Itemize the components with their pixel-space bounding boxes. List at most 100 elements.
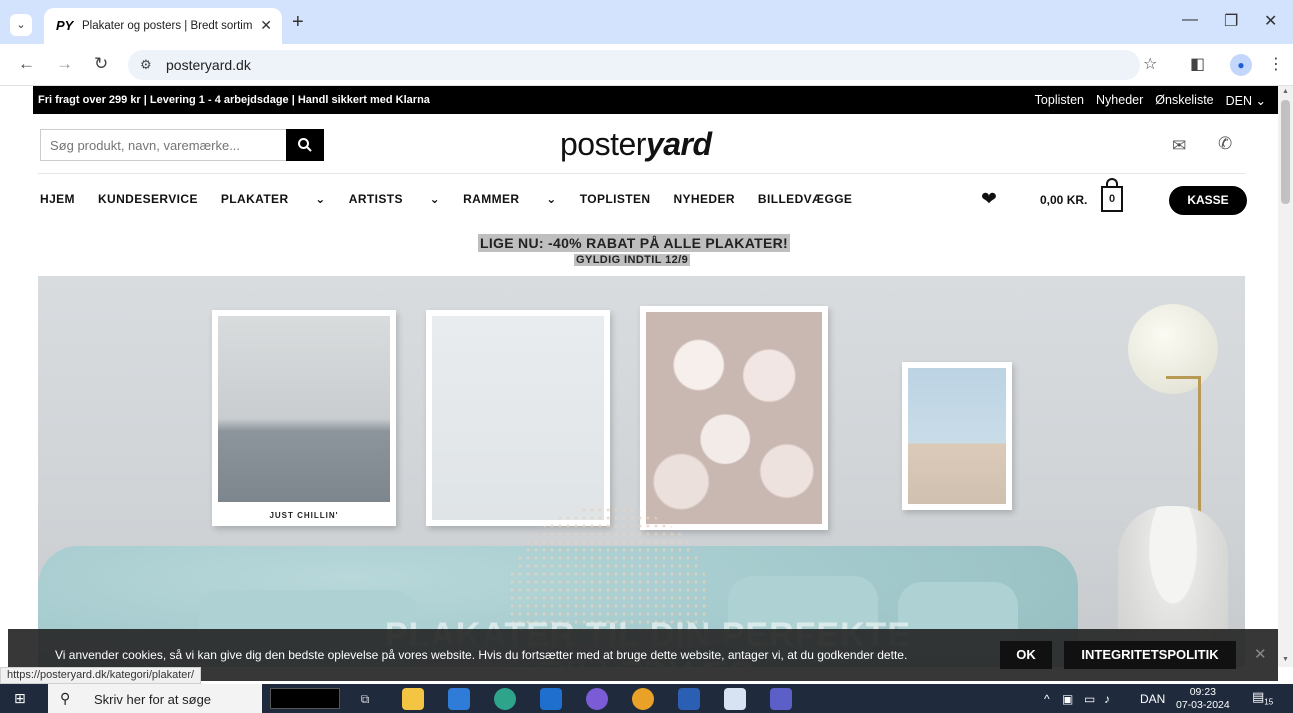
promo-subline: GYLDIG INDTIL 12/9 bbox=[574, 254, 691, 266]
restore-icon[interactable]: ❐ bbox=[1224, 11, 1238, 31]
bookmark-star-icon[interactable]: ☆ bbox=[1143, 54, 1157, 74]
hero-banner[interactable]: JUST CHILLIN' PLAKATER TIL DIN PERFEKTE … bbox=[38, 276, 1245, 667]
poster-caption: JUST CHILLIN' bbox=[269, 511, 339, 520]
file-explorer-icon[interactable] bbox=[402, 688, 424, 710]
poster-image bbox=[646, 312, 822, 524]
scroll-up-icon[interactable]: ▲ bbox=[1282, 88, 1289, 95]
scroll-down-icon[interactable]: ▼ bbox=[1282, 656, 1289, 663]
poster-frame-ferris-wheel bbox=[426, 310, 610, 526]
phone-icon[interactable]: ✆ bbox=[1218, 134, 1232, 154]
privacy-policy-button[interactable]: INTEGRITETSPOLITIK bbox=[1064, 641, 1236, 669]
taskbar-clock[interactable]: 09:23 07-03-2024 bbox=[1176, 686, 1230, 712]
back-icon[interactable]: ← bbox=[18, 54, 35, 74]
app-icon[interactable] bbox=[586, 688, 608, 710]
paint-icon[interactable] bbox=[724, 688, 746, 710]
wishlist-heart-icon[interactable]: ❤ bbox=[981, 188, 997, 211]
notification-icon[interactable]: ▤15 bbox=[1252, 689, 1273, 707]
cookie-text: Vi anvender cookies, så vi kan give dig … bbox=[55, 648, 908, 662]
topbar-link-onskeliste[interactable]: Ønskeliste bbox=[1155, 93, 1213, 108]
promo-headline: LIGE NU: -40% RABAT PÅ ALLE PLAKATER! bbox=[478, 234, 790, 252]
volume-icon[interactable]: ♪ bbox=[1104, 692, 1110, 706]
browser-tab[interactable]: PY Plakater og posters | Bredt sortiment… bbox=[44, 8, 282, 44]
site-logo[interactable]: posteryard bbox=[560, 126, 712, 163]
taskbar-search[interactable]: ⚲ Skriv her for at søge bbox=[48, 684, 262, 713]
taskbar-search-placeholder: Skriv her for at søge bbox=[94, 692, 212, 707]
web-page: Fri fragt over 299 kr | Levering 1 - 4 a… bbox=[0, 86, 1278, 667]
chrome-icon[interactable] bbox=[632, 688, 654, 710]
minimize-icon[interactable]: — bbox=[1182, 11, 1198, 29]
tab-search-button[interactable]: ⌄ bbox=[10, 14, 32, 36]
nav-item-nyheder[interactable]: NYHEDER bbox=[673, 192, 734, 206]
nav-item-rammer[interactable]: RAMMER ⌄ bbox=[463, 192, 557, 206]
poster-frame-woman: JUST CHILLIN' bbox=[212, 310, 396, 526]
page-scrollbar[interactable]: ▲ ▼ bbox=[1278, 86, 1293, 667]
status-url: https://posteryard.dk/kategori/plakater/ bbox=[0, 667, 202, 684]
tab-close-icon[interactable]: ✕ bbox=[260, 17, 272, 34]
tray-chevron-icon[interactable]: ^ bbox=[1044, 692, 1050, 706]
forward-icon[interactable]: → bbox=[56, 54, 73, 74]
search-box bbox=[40, 129, 287, 161]
outlook-icon[interactable] bbox=[540, 688, 562, 710]
nav-item-toplisten[interactable]: TOPLISTEN bbox=[580, 192, 651, 206]
nav-item-hjem[interactable]: HJEM bbox=[40, 192, 75, 206]
checkout-button[interactable]: KASSE bbox=[1169, 186, 1247, 215]
poster-image bbox=[432, 316, 604, 520]
lamp-image bbox=[1166, 376, 1200, 379]
cart-total[interactable]: 0,00 KR. bbox=[1040, 193, 1087, 207]
topbar-link-nyheder[interactable]: Nyheder bbox=[1096, 93, 1143, 108]
edge-icon[interactable] bbox=[494, 688, 516, 710]
poster-frame-roses bbox=[640, 306, 828, 530]
favicon-icon: PY bbox=[56, 18, 74, 33]
language-indicator[interactable]: DAN bbox=[1140, 692, 1165, 706]
app-icon[interactable] bbox=[448, 688, 470, 710]
clock-date: 07-03-2024 bbox=[1176, 699, 1230, 711]
lamp-image bbox=[1128, 304, 1218, 394]
shipping-info: Fri fragt over 299 kr | Levering 1 - 4 a… bbox=[38, 94, 430, 106]
browser-tab-bar: ⌄ PY Plakater og posters | Bredt sortime… bbox=[0, 0, 1293, 44]
teams-icon[interactable] bbox=[770, 688, 792, 710]
new-tab-button[interactable]: + bbox=[292, 11, 304, 34]
notification-count: 15 bbox=[1264, 697, 1274, 707]
cookie-ok-button[interactable]: OK bbox=[1000, 641, 1052, 669]
site-info-icon[interactable]: ⚙ bbox=[140, 57, 152, 73]
reload-icon[interactable]: ↻ bbox=[94, 54, 108, 74]
address-toolbar: ← → ↻ ⚙ posteryard.dk ☆ ◧ ● ⋮ bbox=[0, 44, 1293, 86]
search-input[interactable] bbox=[41, 130, 287, 160]
nav-item-plakater[interactable]: PLAKATER ⌄ bbox=[221, 192, 326, 206]
menu-kebab-icon[interactable]: ⋮ bbox=[1268, 54, 1284, 74]
omnibox[interactable]: ⚙ posteryard.dk bbox=[128, 50, 1140, 80]
word-icon[interactable] bbox=[678, 688, 700, 710]
tray-app-icon[interactable]: ▣ bbox=[1062, 692, 1073, 706]
mail-icon[interactable]: ✉ bbox=[1172, 136, 1186, 156]
chevron-down-icon: ⌄ bbox=[1255, 94, 1266, 108]
nav-item-billedvaegge[interactable]: BILLEDVÆGGE bbox=[758, 192, 852, 206]
topbar-link-toplisten[interactable]: Toplisten bbox=[1035, 93, 1084, 108]
windows-start-icon[interactable]: ⊞ bbox=[14, 690, 26, 707]
topbar-links: Toplisten Nyheder Ønskeliste DEN ⌄ bbox=[1035, 93, 1266, 108]
profile-avatar-icon[interactable]: ● bbox=[1230, 54, 1252, 76]
network-icon[interactable]: ▭ bbox=[1084, 692, 1095, 706]
poster-image bbox=[218, 316, 390, 502]
main-nav: HJEM KUNDESERVICE PLAKATER ⌄ ARTISTS ⌄ R… bbox=[40, 192, 875, 206]
nav-item-artists[interactable]: ARTISTS ⌄ bbox=[349, 192, 440, 206]
search-icon bbox=[298, 138, 312, 152]
clock-time: 09:23 bbox=[1189, 686, 1216, 698]
close-window-icon[interactable]: ✕ bbox=[1264, 11, 1277, 31]
taskbar: ⊞ ⚲ Skriv her for at søge ⧉ ^ ▣ ▭ ♪ DAN … bbox=[0, 684, 1293, 713]
tab-title: Plakater og posters | Bredt sortiment bbox=[82, 20, 252, 32]
info-topbar: Fri fragt over 299 kr | Levering 1 - 4 a… bbox=[33, 86, 1278, 114]
language-select[interactable]: DEN ⌄ bbox=[1226, 93, 1266, 108]
poster-image bbox=[908, 368, 1006, 504]
url-text[interactable]: posteryard.dk bbox=[166, 57, 251, 73]
side-panel-icon[interactable]: ◧ bbox=[1190, 54, 1205, 74]
cookie-close-icon[interactable]: ✕ bbox=[1254, 645, 1267, 663]
search-icon: ⚲ bbox=[60, 690, 71, 706]
poster-frame-architecture bbox=[902, 362, 1012, 510]
search-button[interactable] bbox=[286, 129, 324, 161]
divider bbox=[38, 173, 1245, 174]
task-view-icon[interactable]: ⧉ bbox=[354, 688, 376, 710]
nav-item-kundeservice[interactable]: KUNDESERVICE bbox=[98, 192, 198, 206]
cart-count[interactable]: 0 bbox=[1101, 186, 1123, 212]
taskbar-thumbnail[interactable] bbox=[270, 688, 340, 709]
scroll-thumb[interactable] bbox=[1281, 100, 1290, 204]
